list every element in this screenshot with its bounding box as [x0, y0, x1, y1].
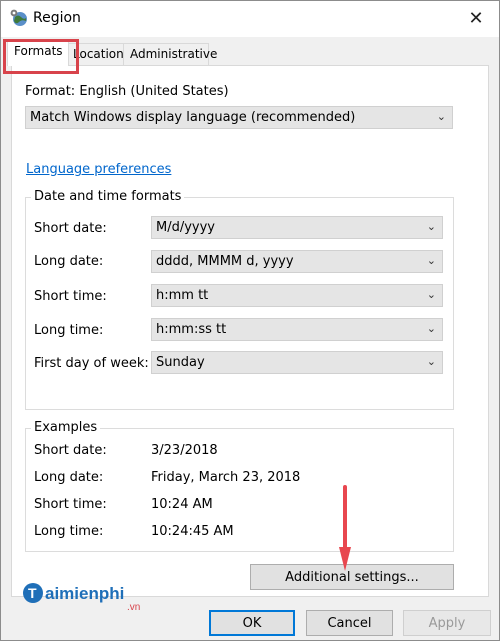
chevron-down-icon: ⌄ [426, 254, 436, 267]
format-select[interactable]: Match Windows display language (recommen… [25, 106, 453, 129]
cancel-button[interactable]: Cancel [306, 610, 393, 636]
title-bar: Region ✕ [1, 1, 499, 37]
taimienphi-logo-icon: T aimienphi .vn [23, 583, 140, 613]
example-long-date-value: Friday, March 23, 2018 [151, 470, 301, 485]
watermark-suffix: .vn [127, 602, 140, 613]
watermark-logo: T aimienphi .vn [23, 579, 153, 616]
long-date-select[interactable]: dddd, MMMM d, yyyy ⌄ [151, 250, 443, 273]
window-title: Region [33, 10, 81, 26]
short-date-select[interactable]: M/d/yyyy ⌄ [151, 216, 443, 239]
short-date-label: Short date: [34, 221, 107, 236]
chevron-down-icon: ⌄ [426, 322, 436, 335]
example-short-time-value: 10:24 AM [151, 497, 213, 512]
first-day-label: First day of week: [34, 356, 149, 371]
long-date-value: dddd, MMMM d, yyyy [156, 254, 294, 269]
tab-administrative[interactable]: Administrative [123, 43, 217, 65]
example-short-date-label: Short date: [34, 443, 107, 458]
svg-text:T: T [28, 585, 37, 601]
additional-settings-button[interactable]: Additional settings... [250, 564, 454, 590]
chevron-down-icon: ⌄ [426, 220, 436, 233]
short-time-value: h:mm tt [156, 288, 209, 303]
format-select-value: Match Windows display language (recommen… [30, 110, 356, 125]
example-short-date-value: 3/23/2018 [151, 443, 218, 458]
chevron-down-icon: ⌄ [426, 288, 436, 301]
formats-tab-highlight-annotation [3, 39, 79, 74]
date-time-group-title: Date and time formats [31, 189, 185, 204]
format-label: Format: English (United States) [25, 84, 229, 99]
region-globe-icon [10, 9, 27, 26]
apply-label: Apply [428, 615, 466, 631]
language-preferences-link[interactable]: Language preferences [26, 162, 171, 177]
example-long-time-value: 10:24:45 AM [151, 524, 234, 539]
long-date-label: Long date: [34, 254, 104, 269]
examples-group-title: Examples [31, 420, 101, 435]
chevron-down-icon: ⌄ [426, 355, 436, 368]
long-time-select[interactable]: h:mm:ss tt ⌄ [151, 318, 443, 341]
tab-label: Location [73, 47, 124, 61]
short-time-select[interactable]: h:mm tt ⌄ [151, 284, 443, 307]
watermark-name: aimienphi [45, 584, 124, 603]
formats-panel: Format: English (United States) Match Wi… [11, 65, 489, 597]
apply-button[interactable]: Apply [403, 610, 491, 636]
example-short-time-label: Short time: [34, 497, 107, 512]
short-date-value: M/d/yyyy [156, 220, 216, 235]
example-long-date-label: Long date: [34, 470, 104, 485]
chevron-down-icon: ⌄ [436, 110, 446, 123]
close-button[interactable]: ✕ [453, 1, 499, 35]
arrow-down-icon [339, 485, 351, 571]
long-time-value: h:mm:ss tt [156, 322, 227, 337]
long-time-label: Long time: [34, 323, 104, 338]
short-time-label: Short time: [34, 289, 107, 304]
tab-label: Administrative [130, 47, 218, 61]
cancel-label: Cancel [327, 615, 372, 631]
first-day-select[interactable]: Sunday ⌄ [151, 351, 443, 374]
ok-button[interactable]: OK [209, 610, 295, 636]
ok-label: OK [242, 615, 262, 631]
example-long-time-label: Long time: [34, 524, 104, 539]
first-day-value: Sunday [156, 355, 205, 370]
close-icon: ✕ [468, 7, 484, 29]
region-dialog: Region ✕ Formats Location Administrative… [0, 0, 500, 641]
additional-settings-label: Additional settings... [285, 569, 419, 585]
